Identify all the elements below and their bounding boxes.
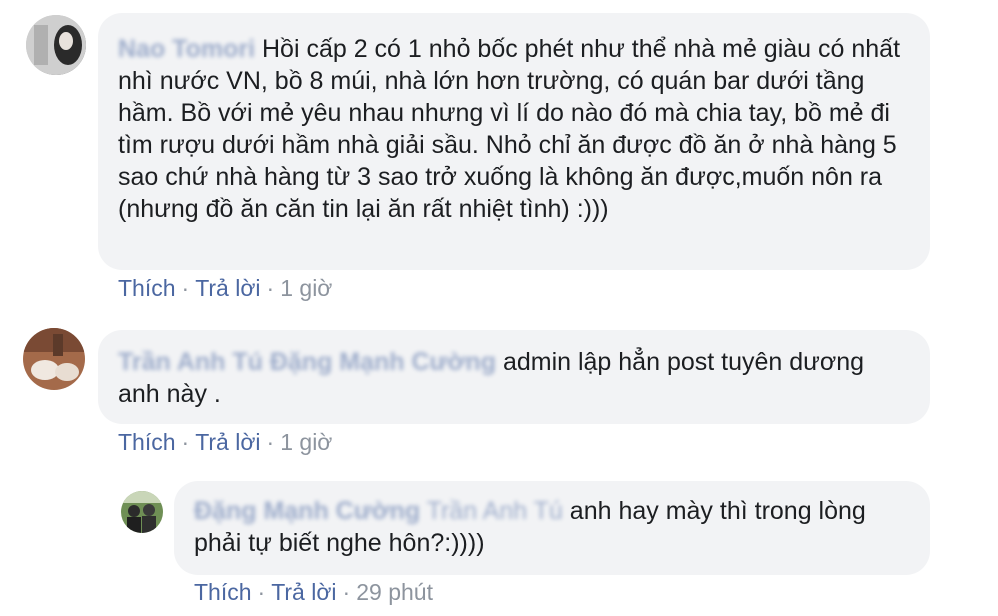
avatar[interactable] [121,491,163,533]
separator: · [266,429,275,455]
comment-bubble: Nao Tomori Hồi cấp 2 có 1 nhỏ bốc phét n… [98,13,930,270]
reply-button[interactable]: Trả lời [271,579,336,605]
reply-button[interactable]: Trả lời [195,275,260,301]
comment-text: Hồi cấp 2 có 1 nhỏ bốc phét như thể nhà … [118,35,907,223]
like-button[interactable]: Thích [118,275,176,301]
comment-author[interactable]: Đặng Mạnh Cường [194,497,420,525]
avatar-image [23,328,85,390]
avatar-image [26,15,86,75]
timestamp[interactable]: 29 phút [356,579,433,605]
timestamp[interactable]: 1 giờ [280,429,332,455]
comment-actions: Thích · Trả lời · 1 giờ [118,429,332,456]
separator: · [342,579,351,605]
comment-actions: Thích · Trả lời · 29 phút [194,579,433,606]
like-button[interactable]: Thích [194,579,252,605]
comment-bubble: Đặng Mạnh Cường Trần Anh Tú anh hay mày … [174,481,930,575]
avatar[interactable] [26,15,86,75]
comment-author[interactable]: Trần Anh Tú Đặng Mạnh Cường [118,348,496,376]
separator: · [181,429,190,455]
like-button[interactable]: Thích [118,429,176,455]
avatar[interactable] [23,328,85,390]
reply-button[interactable]: Trả lời [195,429,260,455]
separator: · [266,275,275,301]
comment-actions: Thích · Trả lời · 1 giờ [118,275,332,302]
timestamp[interactable]: 1 giờ [280,275,332,301]
separator: · [257,579,266,605]
comment-author[interactable]: Nao Tomori [118,35,255,63]
mention-link[interactable]: Trần Anh Tú [427,497,563,525]
comment-bubble: Trần Anh Tú Đặng Mạnh Cường admin lập hẳ… [98,330,930,424]
avatar-image [121,491,163,533]
separator: · [181,275,190,301]
